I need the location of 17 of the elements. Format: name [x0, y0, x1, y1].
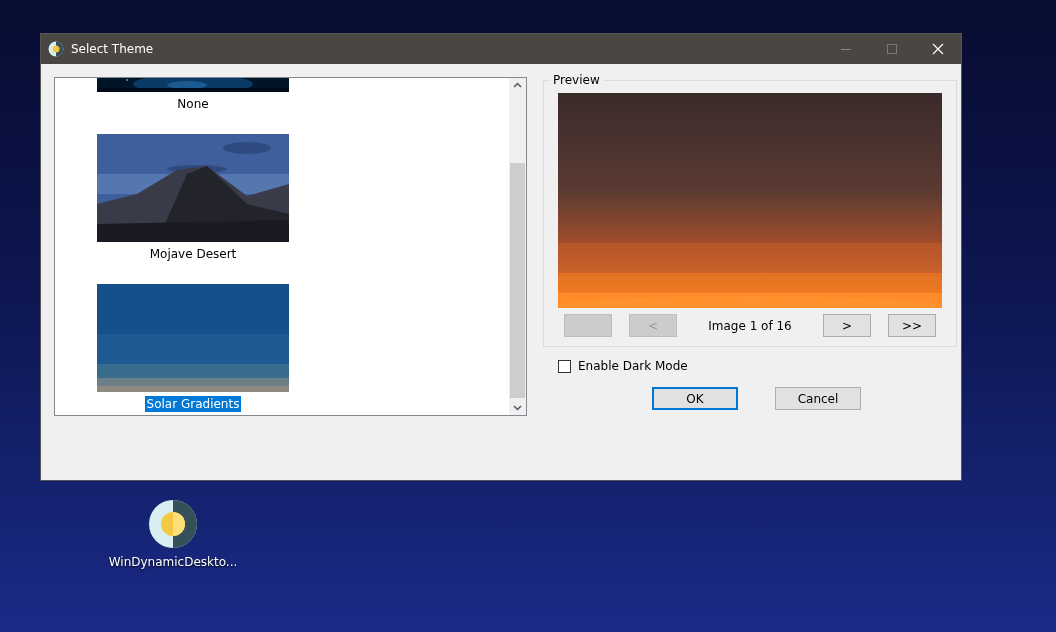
- checkbox[interactable]: [558, 359, 571, 373]
- window-title: Select Theme: [71, 42, 155, 56]
- scrollbar-thumb[interactable]: [510, 163, 525, 398]
- sun-icon[interactable]: [148, 499, 198, 549]
- ok-button[interactable]: OK: [652, 387, 738, 410]
- theme-name[interactable]: None: [175, 96, 211, 112]
- cancel-button[interactable]: Cancel: [775, 387, 861, 410]
- theme-name[interactable]: Mojave Desert: [147, 246, 239, 262]
- scrollbar[interactable]: [509, 78, 526, 415]
- desktop-icon-label[interactable]: WinDynamicDeskto...: [108, 555, 238, 569]
- next-button[interactable]: >: [823, 314, 871, 337]
- theme-name[interactable]: Solar Gradients: [144, 396, 242, 412]
- checkbox-label: Enable Dark Mode: [578, 359, 688, 373]
- group-label: Preview: [550, 73, 603, 87]
- image-counter: Image 1 of 16: [707, 318, 793, 333]
- sun-icon: [48, 41, 64, 57]
- next-button[interactable]: >>: [888, 314, 936, 337]
